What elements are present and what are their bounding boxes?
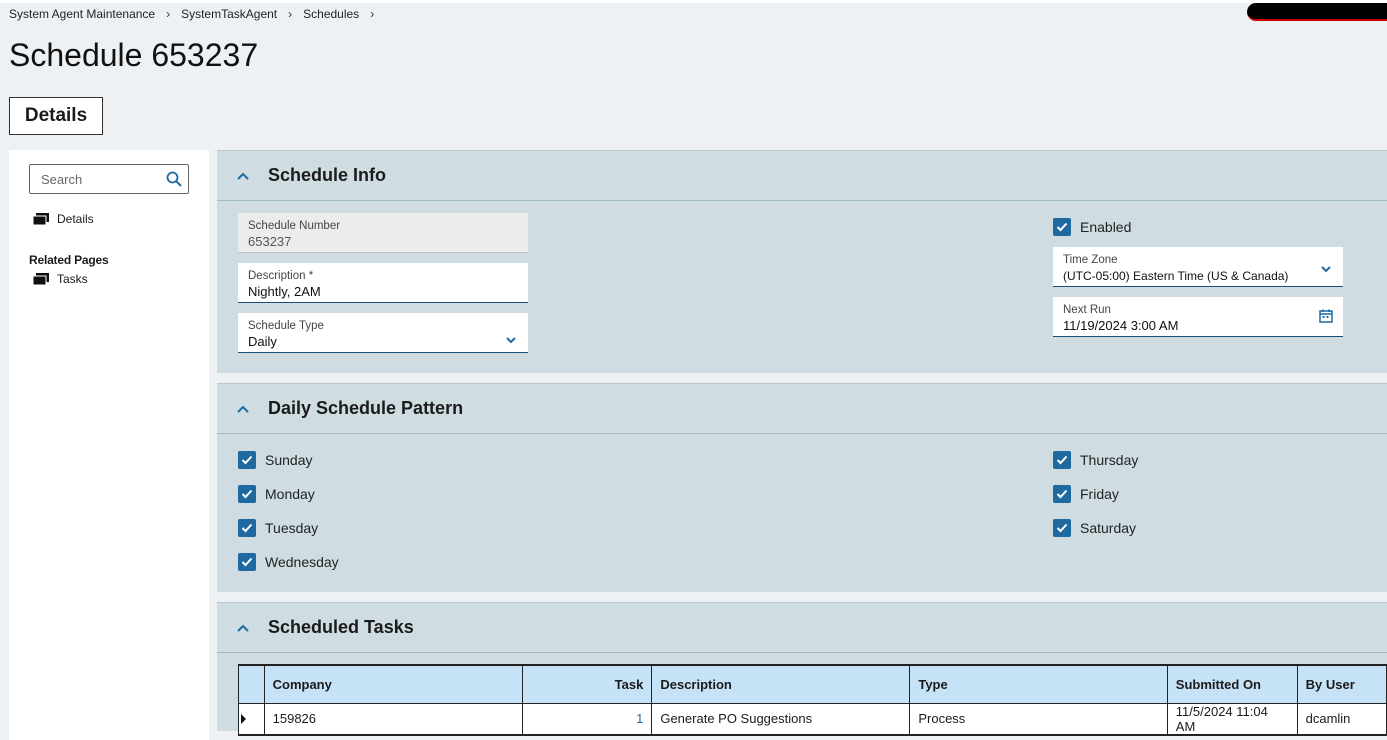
search-input[interactable] bbox=[39, 171, 159, 188]
field-value[interactable]: Nightly, 2AM bbox=[248, 283, 518, 301]
breadcrumb-system-agent-maintenance[interactable]: System Agent Maintenance bbox=[9, 7, 155, 21]
breadcrumb: System Agent Maintenance › SystemTaskAge… bbox=[9, 7, 385, 21]
description-field[interactable]: Description * Nightly, 2AM bbox=[238, 263, 528, 303]
field-value: 653237 bbox=[248, 234, 292, 249]
chevron-down-icon[interactable] bbox=[1319, 262, 1333, 276]
field-value: (UTC-05:00) Eastern Time (US & Canada) bbox=[1063, 269, 1289, 283]
field-label: Description * bbox=[248, 270, 314, 282]
column-header-description[interactable]: Description bbox=[651, 664, 911, 704]
cell-company: 159826 bbox=[263, 702, 524, 736]
checkbox-label: Tuesday bbox=[265, 520, 319, 536]
checkbox-label: Saturday bbox=[1080, 520, 1137, 536]
field-label: Schedule Number bbox=[248, 220, 341, 232]
checkmark-icon[interactable] bbox=[1053, 451, 1071, 469]
top-bar bbox=[0, 0, 1387, 3]
thursday-checkbox[interactable]: Thursday bbox=[1053, 451, 1138, 469]
checkbox-label: Sunday bbox=[265, 452, 313, 468]
checkbox-label: Friday bbox=[1080, 486, 1119, 502]
scheduled-tasks-section: Scheduled Tasks Company Task Description… bbox=[217, 602, 1387, 736]
schedule-type-select[interactable]: Schedule Type Daily bbox=[238, 313, 528, 353]
breadcrumb-schedules[interactable]: Schedules bbox=[303, 7, 359, 21]
checkbox-label: Monday bbox=[265, 486, 315, 502]
chevron-up-icon[interactable] bbox=[236, 404, 250, 414]
checkmark-icon[interactable] bbox=[1053, 218, 1071, 236]
field-value[interactable]: 11/19/2024 3:00 AM bbox=[1063, 317, 1333, 335]
enabled-checkbox[interactable]: Enabled bbox=[1053, 218, 1131, 236]
checkmark-icon[interactable] bbox=[1053, 519, 1071, 537]
scheduled-tasks-table: Company Task Description Type Submitted … bbox=[238, 664, 1387, 736]
checkmark-icon[interactable] bbox=[238, 519, 256, 537]
schedule-number-field: Schedule Number 653237 bbox=[238, 213, 528, 253]
schedule-info-header[interactable]: Schedule Info bbox=[217, 151, 1387, 201]
sidebar: Details Related Pages Tasks bbox=[9, 150, 209, 740]
section-title: Scheduled Tasks bbox=[268, 617, 414, 637]
calendar-icon[interactable] bbox=[1319, 309, 1333, 323]
table-header-row: Company Task Description Type Submitted … bbox=[238, 664, 1387, 704]
search-icon[interactable] bbox=[166, 171, 182, 187]
time-zone-select[interactable]: Time Zone (UTC-05:00) Eastern Time (US &… bbox=[1053, 247, 1343, 287]
field-value: Daily bbox=[248, 334, 277, 349]
sidebar-item-label: Tasks bbox=[57, 272, 88, 286]
chevron-right-icon: › bbox=[370, 7, 375, 21]
schedule-info-section: Schedule Info Schedule Number 653237 Des… bbox=[217, 150, 1387, 373]
tuesday-checkbox[interactable]: Tuesday bbox=[238, 519, 318, 537]
table-row[interactable]: 159826 1 Generate PO Suggestions Process… bbox=[238, 702, 1387, 736]
scheduled-tasks-header[interactable]: Scheduled Tasks bbox=[217, 603, 1387, 653]
sidebar-item-label: Details bbox=[57, 212, 94, 226]
sidebar-item-tasks[interactable]: Tasks bbox=[33, 272, 88, 286]
saturday-checkbox[interactable]: Saturday bbox=[1053, 519, 1136, 537]
related-pages-heading: Related Pages bbox=[29, 253, 109, 267]
cell-type: Process bbox=[909, 702, 1168, 736]
row-selector-header bbox=[238, 664, 265, 704]
column-header-task[interactable]: Task bbox=[522, 664, 653, 704]
daily-schedule-pattern-section: Daily Schedule Pattern Sunday Monday Tue… bbox=[217, 383, 1387, 592]
cell-task-link[interactable]: 1 bbox=[522, 702, 653, 736]
column-header-type[interactable]: Type bbox=[909, 664, 1168, 704]
column-header-company[interactable]: Company bbox=[263, 664, 524, 704]
next-run-field[interactable]: Next Run 11/19/2024 3:00 AM bbox=[1053, 297, 1343, 337]
checkmark-icon[interactable] bbox=[238, 553, 256, 571]
monday-checkbox[interactable]: Monday bbox=[238, 485, 315, 503]
daily-pattern-header[interactable]: Daily Schedule Pattern bbox=[217, 384, 1387, 434]
row-pointer-icon bbox=[241, 713, 246, 724]
chevron-right-icon: › bbox=[288, 7, 293, 21]
row-selector[interactable] bbox=[238, 702, 265, 736]
cell-by-user: dcamlin bbox=[1296, 702, 1387, 736]
chevron-up-icon[interactable] bbox=[236, 171, 250, 181]
section-title: Daily Schedule Pattern bbox=[268, 398, 464, 418]
chevron-down-icon[interactable] bbox=[504, 333, 518, 347]
field-label: Next Run bbox=[1063, 304, 1111, 316]
checkbox-label: Enabled bbox=[1080, 219, 1132, 235]
checkbox-label: Thursday bbox=[1080, 452, 1139, 468]
tab-details[interactable]: Details bbox=[9, 97, 103, 135]
chevron-right-icon: › bbox=[166, 7, 171, 21]
field-label: Time Zone bbox=[1063, 254, 1118, 266]
friday-checkbox[interactable]: Friday bbox=[1053, 485, 1119, 503]
wednesday-checkbox[interactable]: Wednesday bbox=[238, 553, 339, 571]
sidebar-item-details[interactable]: Details bbox=[33, 212, 94, 226]
field-label: Schedule Type bbox=[248, 320, 324, 332]
cell-description: Generate PO Suggestions bbox=[651, 702, 911, 736]
sunday-checkbox[interactable]: Sunday bbox=[238, 451, 312, 469]
column-header-by-user[interactable]: By User bbox=[1296, 664, 1387, 704]
column-header-submitted-on[interactable]: Submitted On bbox=[1166, 664, 1298, 704]
redacted-user-area bbox=[1247, 3, 1387, 21]
section-title: Schedule Info bbox=[268, 165, 387, 185]
chevron-up-icon[interactable] bbox=[236, 623, 250, 633]
cell-submitted-on: 11/5/2024 11:04 AM bbox=[1166, 702, 1298, 736]
breadcrumb-systemtaskagent[interactable]: SystemTaskAgent bbox=[181, 7, 277, 21]
checkmark-icon[interactable] bbox=[238, 451, 256, 469]
pages-icon bbox=[33, 213, 49, 225]
checkmark-icon[interactable] bbox=[238, 485, 256, 503]
checkmark-icon[interactable] bbox=[1053, 485, 1071, 503]
checkbox-label: Wednesday bbox=[265, 554, 339, 570]
search-box[interactable] bbox=[29, 164, 189, 194]
page-title: Schedule 653237 bbox=[9, 37, 259, 73]
pages-icon bbox=[33, 273, 49, 285]
